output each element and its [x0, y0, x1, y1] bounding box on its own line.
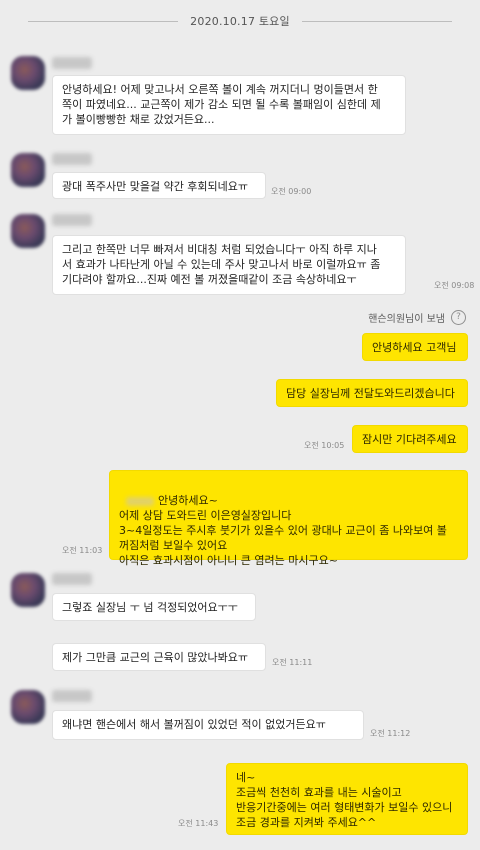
- sender-name-blurred: [52, 57, 92, 69]
- message-bubble[interactable]: 그렇죠 실장님 ㅜ 넘 걱정되었어요ㅜㅜ: [52, 593, 256, 621]
- message-time: 오전 11:12: [370, 729, 411, 738]
- question-circle-icon[interactable]: ?: [451, 309, 466, 325]
- sender-name-blurred: [52, 153, 92, 165]
- avatar[interactable]: [11, 56, 45, 90]
- message-bubble[interactable]: 안녕하세요! 어제 맞고나서 오른쪽 볼이 계속 꺼지더니 멍이들면서 한 쪽이…: [52, 75, 406, 135]
- message-bubble[interactable]: 광대 폭주사만 맞을걸 약간 후회되네요ㅠ: [52, 172, 266, 199]
- avatar[interactable]: [11, 153, 45, 187]
- avatar[interactable]: [11, 690, 45, 724]
- staff-name-blurred: [126, 496, 154, 506]
- sender-note-label: 핸슨의원님이 보냄: [368, 313, 445, 325]
- sender-note: 핸슨의원님이 보냄 ?: [368, 309, 466, 325]
- message-time: 오전 11:43: [178, 819, 219, 828]
- message-bubble[interactable]: 담당 실장님께 전달도와드리겠습니다: [276, 379, 468, 407]
- message-time: 오전 10:05: [304, 441, 345, 450]
- avatar[interactable]: [11, 573, 45, 607]
- message-bubble[interactable]: 그리고 한쪽만 너무 빠져서 비대칭 처럼 되었습니다ㅜ 아직 하루 지나 서 …: [52, 235, 406, 295]
- message-bubble[interactable]: 안녕하세요 고객님: [362, 333, 468, 361]
- message-text: 안녕하세요~ 어제 상담 도와드린 이은영실장입니다 3~4일정도는 주시후 붓…: [119, 494, 447, 567]
- message-time: 오전 09:00: [271, 187, 312, 196]
- message-bubble[interactable]: 왜냐면 핸슨에서 해서 볼꺼짐이 있었던 적이 없었거든요ㅠ: [52, 710, 364, 740]
- date-label: 2020.10.17 토요일: [190, 15, 290, 28]
- message-time: 오전 11:03: [62, 546, 103, 555]
- message-time: 오전 11:11: [272, 658, 313, 667]
- message-bubble[interactable]: 안녕하세요~ 어제 상담 도와드린 이은영실장입니다 3~4일정도는 주시후 붓…: [109, 470, 468, 567]
- divider-line-right: [301, 20, 452, 22]
- message-bubble[interactable]: 제가 그만큼 교근의 근육이 많았나봐요ㅠ: [52, 643, 266, 671]
- sender-name-blurred: [52, 573, 92, 585]
- sender-name-blurred: [52, 214, 92, 226]
- message-time: 오전 09:08: [434, 281, 475, 290]
- avatar[interactable]: [11, 214, 45, 248]
- divider-line-left: [28, 20, 179, 22]
- sender-name-blurred: [52, 690, 92, 702]
- date-divider: 2020.10.17 토요일: [0, 10, 480, 32]
- message-bubble[interactable]: 잠시만 기다려주세요: [352, 425, 468, 453]
- message-bubble[interactable]: 네~ 조금씩 천천히 효과를 내는 시술이고 반응기간중에는 여러 형태변화가 …: [226, 763, 468, 835]
